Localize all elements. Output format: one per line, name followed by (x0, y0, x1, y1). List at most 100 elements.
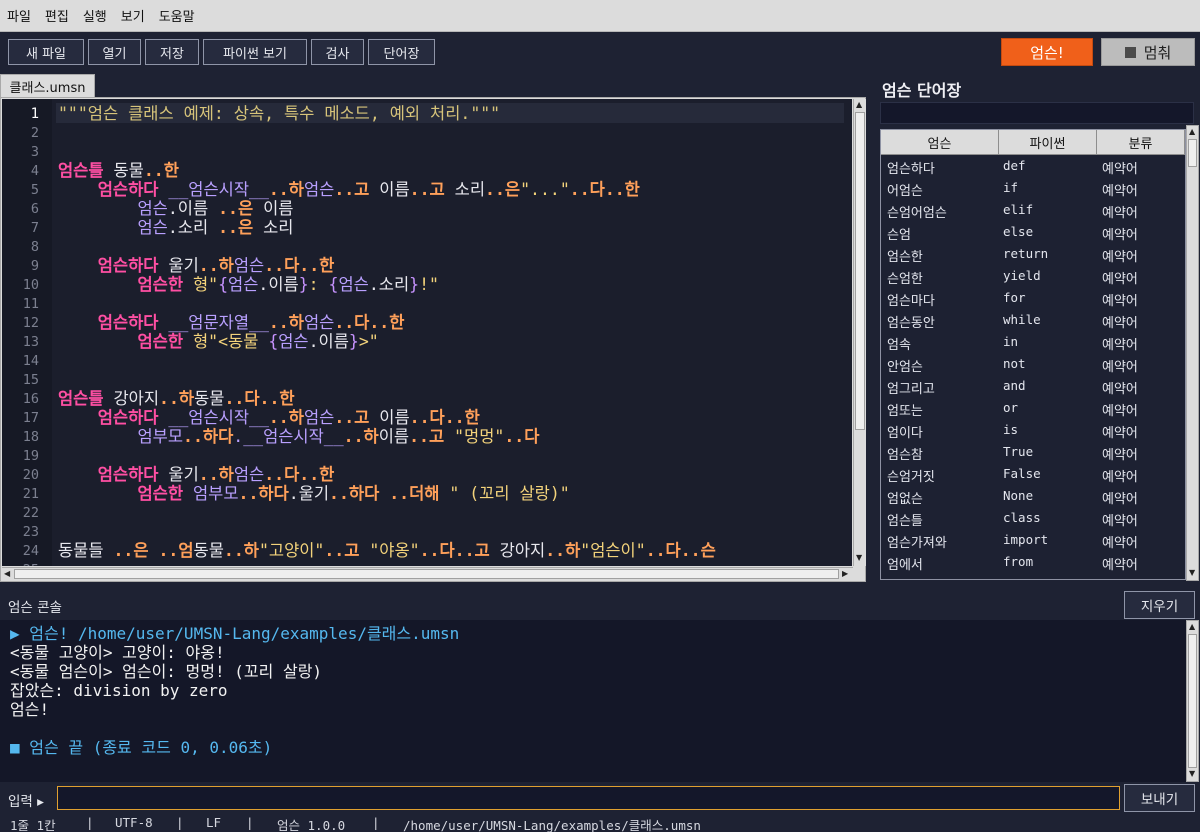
vocabulary-row[interactable]: 엄이다 is 예약어 (881, 420, 1185, 442)
editor-vertical-scroll-thumb[interactable] (855, 112, 865, 430)
code-token: 엄부모 (137, 427, 184, 446)
code-line: 엄슨하다 __엄슨시작__..하엄슨..고 이름..다..한 (58, 408, 480, 427)
vocabulary-row[interactable]: 어엄슨 if 예약어 (881, 178, 1185, 200)
console-scroll-thumb[interactable] (1188, 634, 1197, 768)
menu-help[interactable]: 도움말 (158, 4, 196, 27)
vocab-category-cell: 예약어 (1102, 492, 1138, 507)
vocabulary-row[interactable]: 엄또는 or 예약어 (881, 398, 1185, 420)
editor-vertical-scrollbar[interactable]: ▲ ▼ (853, 99, 866, 566)
code-token: 엄슨하다 (97, 313, 159, 332)
scroll-right-icon[interactable]: ▶ (842, 569, 848, 578)
vocabulary-row[interactable]: 엄슨하다 def 예약어 (881, 156, 1185, 178)
scroll-up-icon[interactable]: ▲ (856, 100, 862, 109)
vocabulary-row[interactable]: 슨엄 else 예약어 (881, 222, 1185, 244)
code-token: "엄슨이" (580, 541, 646, 560)
cursor-position: 1줄 1칸 (10, 818, 56, 832)
vocabulary-row[interactable]: 슨엄어엄슨 elif 예약어 (881, 200, 1185, 222)
vocab-category-cell: 예약어 (1102, 514, 1138, 529)
vocabulary-row[interactable]: 엄슨한 return 예약어 (881, 244, 1185, 266)
vocab-python-cell: from (1003, 554, 1034, 569)
tab-class-file[interactable]: 클래스.umsn (0, 74, 95, 98)
run-button[interactable]: 엄슨! (1001, 38, 1093, 66)
vocab-umsn-cell: 어엄슨 (887, 184, 923, 199)
code-token: 울기 (158, 465, 199, 484)
save-button[interactable]: 저장 (145, 39, 199, 65)
code-token: ..고 (409, 427, 445, 446)
vocabulary-row[interactable]: 엄슨가져와 import 예약어 (881, 530, 1185, 552)
code-token: 울기 (158, 256, 199, 275)
menu-file[interactable]: 파일 (6, 4, 32, 27)
code-editor[interactable]: 1234567891011121314151617181920212223242… (0, 97, 866, 582)
console-scrollbar[interactable]: ▲ ▼ (1186, 620, 1199, 782)
scroll-down-icon[interactable]: ▼ (1189, 769, 1195, 778)
vocabulary-row[interactable]: 엄슨틀 class 예약어 (881, 508, 1185, 530)
vocab-python-cell: import (1003, 532, 1049, 547)
vocabulary-row[interactable]: 엄슨마다 for 예약어 (881, 288, 1185, 310)
column-header-category[interactable]: 분류 (1097, 130, 1185, 155)
code-token: ..하다 (183, 427, 234, 446)
vocabulary-scroll-thumb[interactable] (1188, 139, 1197, 167)
vocabulary-row[interactable]: 슨엄한 yield 예약어 (881, 266, 1185, 288)
vocab-category-cell: 예약어 (1102, 206, 1138, 221)
vocab-python-cell: True (1003, 444, 1034, 459)
scroll-up-icon[interactable]: ▲ (1189, 127, 1195, 136)
vocab-umsn-cell: 엄이다 (887, 426, 923, 441)
code-token: 동물들 (58, 541, 114, 560)
vocabulary-row[interactable]: 엄그리고 and 예약어 (881, 376, 1185, 398)
vocab-umsn-cell: 엄또는 (887, 404, 923, 419)
status-separator: | (176, 815, 184, 830)
code-token: .소리 (368, 275, 410, 294)
check-button[interactable]: 검사 (311, 39, 364, 65)
vocabulary-row[interactable]: 엄슨참 True 예약어 (881, 442, 1185, 464)
vocabulary-scrollbar[interactable]: ▲ ▼ (1186, 125, 1199, 581)
editor-horizontal-scrollbar[interactable]: ◀ ▶ (2, 567, 853, 580)
column-header-umsn[interactable]: 엄슨 (881, 130, 999, 155)
code-token: 형" (183, 275, 219, 294)
open-button[interactable]: 열기 (88, 39, 141, 65)
vocab-umsn-cell: 엄속 (887, 338, 911, 353)
menu-view[interactable]: 보기 (120, 4, 146, 27)
scroll-up-icon[interactable]: ▲ (1189, 622, 1195, 631)
vocab-python-cell: not (1003, 356, 1026, 371)
vocab-category-cell: 예약어 (1102, 162, 1138, 177)
vocabulary-row[interactable]: 안엄슨 not 예약어 (881, 354, 1185, 376)
stop-button[interactable]: 멈춰 (1101, 38, 1195, 66)
new-file-button[interactable]: 새 파일 (8, 39, 84, 65)
send-button[interactable]: 보내기 (1124, 784, 1195, 812)
code-token: 엄슨 (228, 275, 259, 294)
vocab-category-cell: 예약어 (1102, 470, 1138, 485)
vocabulary-table: 엄슨 파이썬 분류 엄슨하다 def 예약어 어엄슨 if 예약어 슨엄어엄슨 elif 예약어… (880, 129, 1186, 580)
scroll-down-icon[interactable]: ▼ (856, 553, 862, 562)
editor-horizontal-scroll-thumb[interactable] (14, 569, 839, 579)
code-line: 엄슨한 형"<동물 {엄슨.이름}>" (58, 332, 378, 351)
console-line: <동물 엄슨이> 엄슨이: 멍멍! (꼬리 살랑) (10, 662, 323, 681)
menu-edit[interactable]: 편집 (44, 4, 70, 27)
vocabulary-row[interactable]: 엄에서 from 예약어 (881, 552, 1185, 574)
vocab-python-cell: and (1003, 378, 1026, 393)
toolbar: 새 파일 열기 저장 파이썬 보기 검사 단어장 엄슨! 멈춰 (0, 32, 1200, 72)
scroll-down-icon[interactable]: ▼ (1189, 568, 1195, 577)
stdin-input[interactable] (57, 786, 1120, 810)
code-token: ..하다 (238, 484, 289, 503)
vocab-category-cell: 예약어 (1102, 382, 1138, 397)
vocabulary-button[interactable]: 단어장 (368, 39, 435, 65)
code-area[interactable]: """엄슨 클래스 예제: 상속, 특수 메소드, 예외 처리.""" 엄슨틀 동… (52, 99, 852, 566)
vocabulary-row[interactable]: 엄속 in 예약어 (881, 332, 1185, 354)
scroll-left-icon[interactable]: ◀ (4, 569, 10, 578)
clear-button[interactable]: 지우기 (1124, 591, 1195, 619)
vocabulary-row[interactable]: 엄없슨 None 예약어 (881, 486, 1185, 508)
vocabulary-title: 엄슨 단어장 (882, 81, 962, 100)
python-view-button[interactable]: 파이썬 보기 (203, 39, 307, 65)
menu-run[interactable]: 실행 (82, 4, 108, 27)
vocabulary-row[interactable]: 엄슨동안 while 예약어 (881, 310, 1185, 332)
line-number: 25 (23, 562, 39, 566)
vocabulary-row[interactable]: 슨엄거짓 False 예약어 (881, 464, 1185, 486)
line-number: 4 (30, 163, 39, 179)
column-header-python[interactable]: 파이썬 (999, 130, 1097, 155)
vocabulary-search-input[interactable] (880, 102, 1194, 124)
